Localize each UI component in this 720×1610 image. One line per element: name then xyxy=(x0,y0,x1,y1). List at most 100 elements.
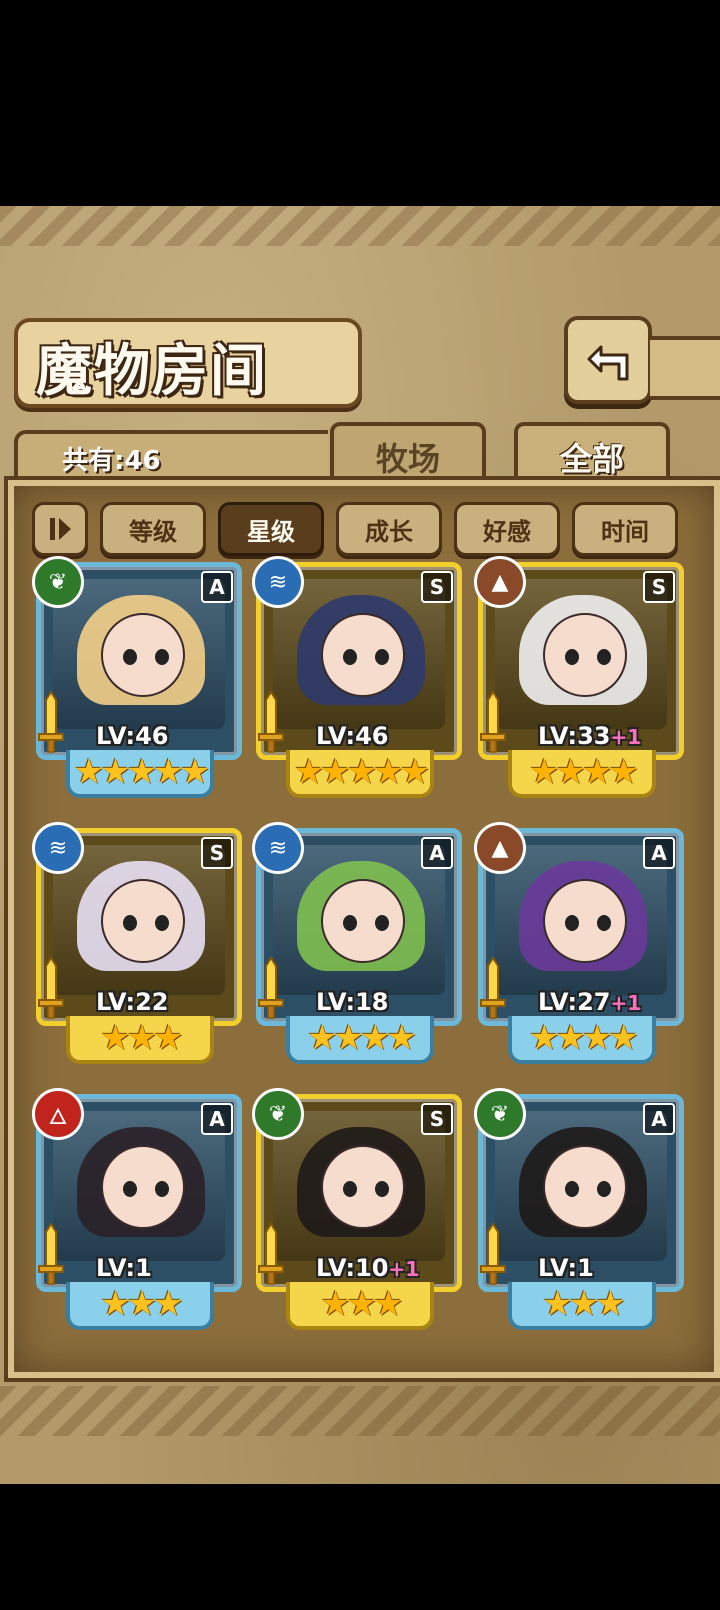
tab-ranch[interactable]: 牧场 xyxy=(330,422,486,488)
level-bonus: +1 xyxy=(610,725,642,749)
portrait-eye xyxy=(565,1181,579,1197)
portrait-eye xyxy=(155,1181,169,1197)
portrait-face xyxy=(321,879,405,963)
monster-count: 共有:46 xyxy=(62,446,161,476)
monster-portrait xyxy=(495,579,667,729)
portrait-eye xyxy=(155,915,169,931)
monster-card[interactable]: S ≋ LV:22 ★★★ xyxy=(32,822,242,1064)
sword-icon xyxy=(38,956,64,1019)
star-rating: ★★★★★ xyxy=(293,752,430,792)
portrait-face xyxy=(543,1145,627,1229)
portrait-face xyxy=(101,879,185,963)
tab-all[interactable]: 全部 xyxy=(514,422,670,488)
wave-icon: ≋ xyxy=(252,822,304,874)
level-label: LV:46 xyxy=(96,722,168,750)
sort-growth-button[interactable]: 成长 xyxy=(336,502,442,556)
level-value: LV:22 xyxy=(96,988,169,1016)
portrait-face xyxy=(543,613,627,697)
portrait-eye xyxy=(597,1181,611,1197)
portrait-eye xyxy=(375,649,389,665)
portrait-eye xyxy=(123,915,137,931)
star-rating: ★★★ xyxy=(100,1284,183,1324)
rank-badge: A xyxy=(201,571,233,603)
level-value: LV:10 xyxy=(316,1254,389,1282)
sort-order-icon xyxy=(50,518,71,540)
sword-icon xyxy=(480,956,506,1019)
level-bonus: +1 xyxy=(610,991,642,1015)
sort-level-button[interactable]: 等级 xyxy=(100,502,206,556)
portrait-face xyxy=(101,1145,185,1229)
back-button[interactable] xyxy=(564,316,652,404)
level-value: LV:1 xyxy=(96,1254,152,1282)
sort-star-button[interactable]: 星级 xyxy=(218,502,324,556)
leaf-icon: ❦ xyxy=(32,556,84,608)
wave-icon: ≋ xyxy=(252,556,304,608)
level-label: LV:1 xyxy=(538,1254,594,1282)
level-label: LV:18 xyxy=(316,988,388,1016)
portrait-eye xyxy=(597,649,611,665)
level-value: LV:18 xyxy=(316,988,389,1016)
rank-badge: A xyxy=(201,1103,233,1135)
level-value: LV:46 xyxy=(316,722,389,750)
wave-icon: ≋ xyxy=(32,822,84,874)
monster-portrait xyxy=(273,1111,445,1261)
sort-order-button[interactable] xyxy=(32,502,88,556)
torn-edge-top xyxy=(0,206,720,246)
star-rating: ★★★ xyxy=(100,1018,183,1058)
sword-icon xyxy=(480,690,506,753)
portrait-face xyxy=(543,879,627,963)
star-rating: ★★★★★ xyxy=(73,752,210,792)
star-rating: ★★★★ xyxy=(529,752,639,792)
star-rating: ★★★★ xyxy=(529,1018,639,1058)
level-label: LV:27+1 xyxy=(538,988,641,1016)
sort-time-button[interactable]: 时间 xyxy=(572,502,678,556)
portrait-eye xyxy=(375,1181,389,1197)
sword-icon xyxy=(38,1222,64,1285)
level-label: LV:33+1 xyxy=(538,722,641,750)
leaf-icon: ❦ xyxy=(474,1088,526,1140)
level-label: LV:1 xyxy=(96,1254,152,1282)
monster-card[interactable]: A ❦ LV:1 ★★★ xyxy=(474,1088,684,1330)
level-value: LV:1 xyxy=(538,1254,594,1282)
portrait-eye xyxy=(375,915,389,931)
rank-badge: A xyxy=(643,1103,675,1135)
sword-icon xyxy=(480,1222,506,1285)
leaf-icon: ❦ xyxy=(252,1088,304,1140)
sword-icon xyxy=(38,690,64,753)
portrait-face xyxy=(321,613,405,697)
monster-card[interactable]: A ❦ LV:46 ★★★★★ xyxy=(32,556,242,798)
star-rating: ★★★★ xyxy=(307,1018,417,1058)
level-value: LV:33 xyxy=(538,722,611,750)
monster-card[interactable]: A ▲ LV:27+1 ★★★★ xyxy=(474,822,684,1064)
level-value: LV:27 xyxy=(538,988,611,1016)
monster-card[interactable]: S ≋ LV:46 ★★★★★ xyxy=(252,556,462,798)
back-arrow-icon xyxy=(587,345,629,381)
portrait-face xyxy=(321,1145,405,1229)
monster-card[interactable]: S ▲ LV:33+1 ★★★★ xyxy=(474,556,684,798)
monster-portrait xyxy=(495,1111,667,1261)
monster-portrait xyxy=(273,579,445,729)
star-rating: ★★★ xyxy=(542,1284,625,1324)
portrait-face xyxy=(101,613,185,697)
monster-card[interactable]: S ❦ LV:10+1 ★★★ xyxy=(252,1088,462,1330)
rank-badge: A xyxy=(421,837,453,869)
mountain-icon: ▲ xyxy=(474,822,526,874)
portrait-eye xyxy=(343,649,357,665)
monster-portrait xyxy=(53,579,225,729)
portrait-eye xyxy=(343,915,357,931)
page-title: 魔物房间 xyxy=(36,338,268,404)
level-label: LV:22 xyxy=(96,988,168,1016)
monster-portrait xyxy=(53,1111,225,1261)
sword-icon xyxy=(258,1222,284,1285)
flame-icon: 🜂 xyxy=(32,1088,84,1140)
monster-card[interactable]: A 🜂 LV:1 ★★★ xyxy=(32,1088,242,1330)
mountain-icon: ▲ xyxy=(474,556,526,608)
rank-badge: S xyxy=(421,571,453,603)
portrait-eye xyxy=(565,915,579,931)
sort-affection-button[interactable]: 好感 xyxy=(454,502,560,556)
header-rail xyxy=(650,336,720,400)
monster-card[interactable]: A ≋ LV:18 ★★★★ xyxy=(252,822,462,1064)
monster-portrait xyxy=(53,845,225,995)
star-rating: ★★★ xyxy=(320,1284,403,1324)
portrait-eye xyxy=(343,1181,357,1197)
